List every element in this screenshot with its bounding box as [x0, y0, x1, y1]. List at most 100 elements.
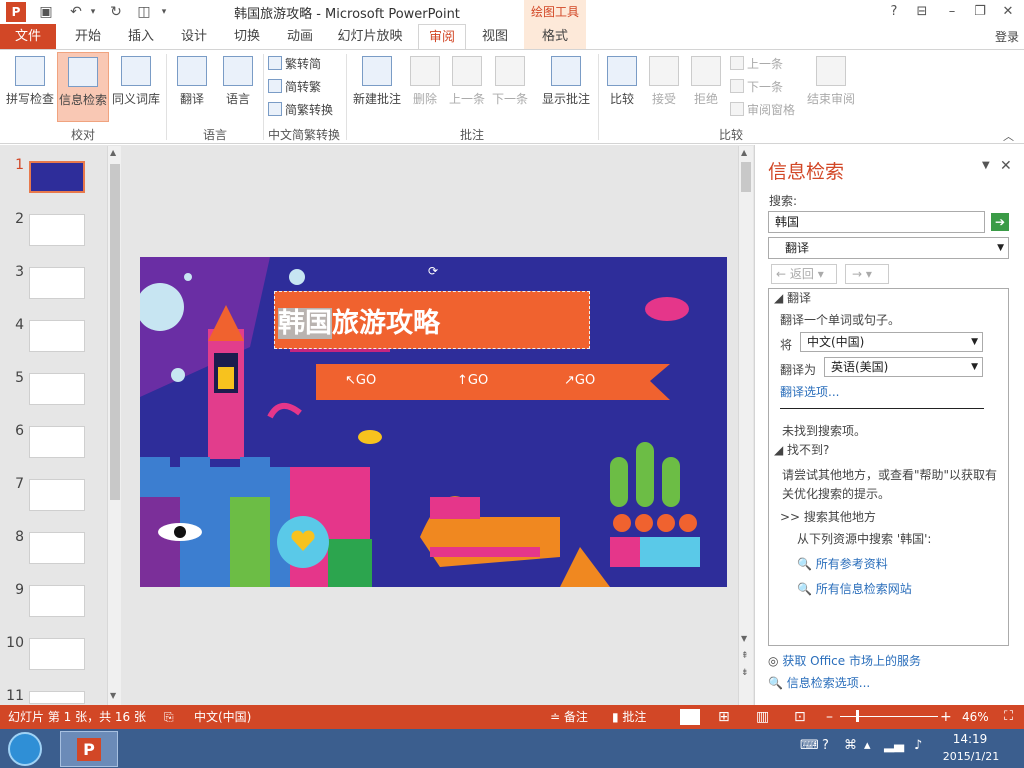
- language-status[interactable]: 中文(中国): [194, 705, 251, 729]
- ime-tray-icon[interactable]: ⌘: [844, 738, 857, 753]
- taskbar-powerpoint-icon[interactable]: P: [60, 731, 118, 767]
- slide-title[interactable]: 韩国旅游攻略: [278, 301, 440, 340]
- slide-thumbnail[interactable]: [29, 426, 85, 458]
- tab-review[interactable]: 审阅: [418, 24, 466, 50]
- reading-view-icon[interactable]: ▥: [756, 705, 769, 729]
- from-language-select[interactable]: 中文(中国) ▼: [800, 332, 983, 352]
- scroll-up-icon[interactable]: ▲: [741, 148, 747, 157]
- close-window-icon[interactable]: ✕: [994, 2, 1022, 22]
- zoom-slider-thumb[interactable]: [856, 710, 859, 722]
- restore-icon[interactable]: ❐: [966, 2, 994, 22]
- get-services-link[interactable]: ◎ 获取 Office 市场上的服务: [768, 652, 921, 669]
- slide-thumbnail[interactable]: [29, 479, 85, 511]
- scroll-down-icon[interactable]: ▼: [110, 691, 120, 701]
- reviewing-pane-button[interactable]: 审阅窗格: [730, 100, 795, 120]
- zoom-out-icon[interactable]: –: [826, 705, 833, 729]
- back-button[interactable]: ← 返回 ▾: [771, 264, 837, 284]
- normal-view-icon[interactable]: [680, 709, 700, 725]
- pane-options-icon[interactable]: ▼: [982, 160, 990, 171]
- tab-transitions[interactable]: 切换: [226, 24, 268, 50]
- slide-thumbnail[interactable]: [29, 638, 85, 670]
- all-reference-books-link[interactable]: 🔍 所有参考资料: [797, 555, 888, 572]
- redo-icon[interactable]: ↻: [106, 2, 126, 22]
- tab-insert[interactable]: 插入: [120, 24, 162, 50]
- scroll-down-icon[interactable]: ▼: [741, 634, 747, 643]
- tab-home[interactable]: 开始: [66, 24, 110, 50]
- slide-title-rest[interactable]: 旅游攻略: [332, 308, 440, 339]
- scroll-thumb[interactable]: [110, 164, 120, 500]
- compare-button[interactable]: 比较: [604, 52, 640, 122]
- slide-thumbnail[interactable]: [29, 267, 85, 299]
- translation-options-link[interactable]: 翻译选项...: [780, 383, 839, 400]
- previous-change-button[interactable]: 上一条: [730, 54, 783, 74]
- next-comment-button[interactable]: 下一条: [490, 52, 530, 122]
- start-button-icon[interactable]: [8, 732, 42, 766]
- spelling-status-icon[interactable]: ⎘: [164, 705, 174, 729]
- to-language-select[interactable]: 英语(美国) ▼: [824, 357, 983, 377]
- slideshow-view-icon[interactable]: ⊡: [794, 705, 806, 729]
- slide-title-selected[interactable]: 韩国: [278, 308, 332, 339]
- previous-comment-button[interactable]: 上一条: [446, 52, 488, 122]
- zoom-in-icon[interactable]: +: [940, 705, 952, 729]
- tab-animations[interactable]: 动画: [278, 24, 322, 50]
- research-service-select[interactable]: 翻译 ▼: [768, 237, 1009, 259]
- notes-button[interactable]: ≐ 备注: [550, 705, 588, 729]
- all-research-sites-link[interactable]: 🔍 所有信息检索网站: [797, 580, 912, 597]
- undo-icon[interactable]: ↶: [66, 2, 86, 22]
- show-comments-button[interactable]: 显示批注: [540, 52, 592, 122]
- accept-button[interactable]: 接受: [646, 52, 682, 122]
- research-options-link[interactable]: 🔍 信息检索选项...: [768, 674, 870, 691]
- network-icon[interactable]: ▂▄: [884, 738, 904, 753]
- canvas-scrollbar[interactable]: ▲ ▼ ⇞ ⇟: [738, 146, 753, 705]
- help-tray-icon[interactable]: ?: [822, 738, 829, 753]
- undo-dropdown-icon[interactable]: ▾: [88, 2, 98, 22]
- scroll-up-icon[interactable]: ▲: [110, 148, 120, 158]
- traditional-to-simplified-button[interactable]: 繁转简: [268, 54, 321, 74]
- search-input[interactable]: 韩国: [768, 211, 985, 233]
- slide-thumbnail[interactable]: [29, 373, 85, 405]
- slide-thumbnail[interactable]: [29, 161, 85, 193]
- slide-thumbnail[interactable]: [29, 585, 85, 617]
- cant-find-header[interactable]: ◢ 找不到?: [774, 441, 829, 458]
- slide-thumbnail[interactable]: [29, 691, 85, 704]
- powerpoint-app-icon[interactable]: P: [6, 2, 26, 22]
- minimize-icon[interactable]: –: [938, 2, 966, 22]
- ribbon-display-options-icon[interactable]: ⊟: [908, 2, 936, 22]
- start-search-icon[interactable]: ➔: [991, 213, 1009, 231]
- clock-time[interactable]: 14:19: [940, 732, 1000, 746]
- thesaurus-button[interactable]: 同义词库: [110, 52, 162, 122]
- comments-button[interactable]: ▮ 批注: [612, 705, 646, 729]
- next-change-button[interactable]: 下一条: [730, 77, 783, 97]
- thumbnail-scrollbar[interactable]: ▲ ▼: [107, 146, 121, 705]
- tab-format[interactable]: 格式: [524, 24, 586, 50]
- simplified-to-traditional-button[interactable]: 简转繁: [268, 77, 321, 97]
- zoom-level[interactable]: 46%: [962, 705, 989, 729]
- show-hidden-icons[interactable]: ▴: [864, 738, 871, 753]
- new-comment-button[interactable]: 新建批注: [350, 52, 404, 122]
- customize-qat-icon[interactable]: ▾: [158, 2, 170, 22]
- clock-date[interactable]: 2015/1/21: [938, 750, 1004, 763]
- tab-view[interactable]: 视图: [474, 24, 516, 50]
- translate-button[interactable]: 翻译: [170, 52, 214, 122]
- keyboard-tray-icon[interactable]: ⌨: [800, 738, 819, 753]
- spellcheck-button[interactable]: 拼写检查: [4, 52, 56, 122]
- tab-file[interactable]: 文件: [0, 24, 56, 50]
- slide-thumbnail[interactable]: [29, 214, 85, 246]
- scroll-thumb[interactable]: [741, 162, 751, 192]
- slide-sorter-icon[interactable]: ⊞: [718, 705, 730, 729]
- rotate-handle-icon[interactable]: ⟳: [428, 264, 438, 278]
- collapse-ribbon-icon[interactable]: ︿: [1003, 128, 1014, 144]
- fit-slide-icon[interactable]: ⛶: [1004, 705, 1013, 729]
- tab-slideshow[interactable]: 幻灯片放映: [332, 24, 408, 50]
- slide-1[interactable]: 韩国旅游攻略 ⟳ ↖GO ↑GO ↗GO: [140, 257, 727, 587]
- pane-close-icon[interactable]: ✕: [1000, 158, 1012, 174]
- help-icon[interactable]: ?: [880, 2, 908, 22]
- search-other-places[interactable]: >> 搜索其他地方: [780, 508, 876, 525]
- language-button[interactable]: 语言: [216, 52, 260, 122]
- research-button[interactable]: 信息检索: [57, 52, 109, 122]
- end-review-button[interactable]: 结束审阅: [804, 52, 858, 122]
- delete-comment-button[interactable]: 删除: [406, 52, 444, 122]
- chinese-conversion-button[interactable]: 简繁转换: [268, 100, 333, 120]
- translate-section-header[interactable]: ◢ 翻译: [774, 289, 811, 306]
- tab-design[interactable]: 设计: [172, 24, 216, 50]
